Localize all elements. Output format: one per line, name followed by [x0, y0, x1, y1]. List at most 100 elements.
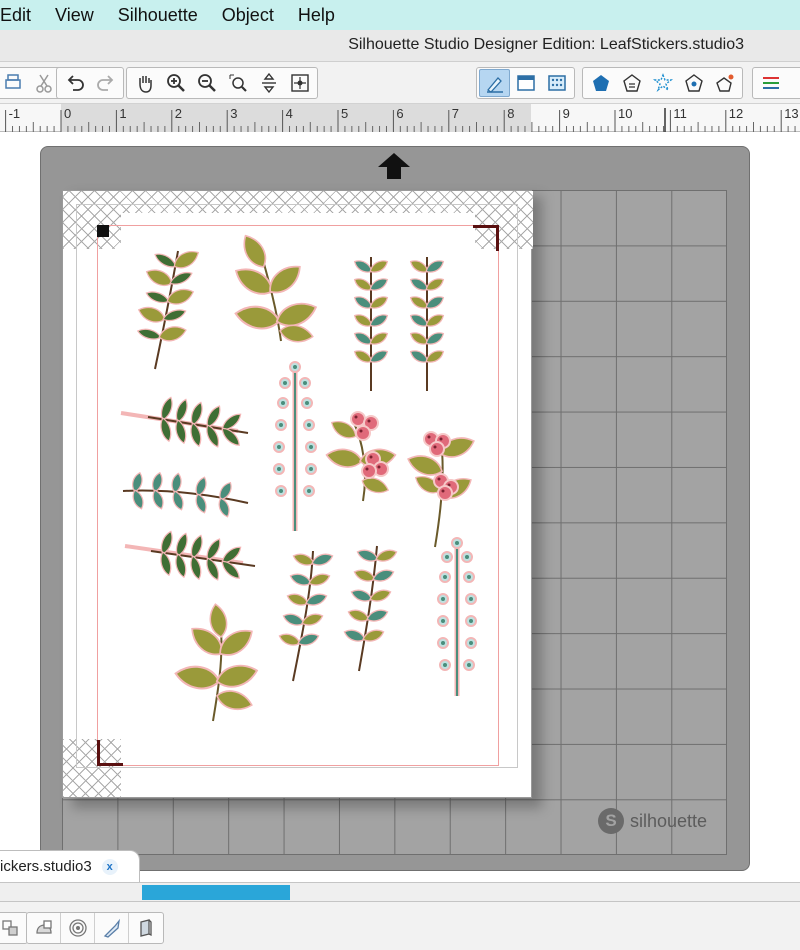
- zoom-out-icon: [197, 74, 216, 92]
- sticker-teal-twig[interactable]: [122, 471, 249, 519]
- fill-shape-icon: [35, 920, 52, 934]
- toolbar-group-zoom: [126, 67, 318, 99]
- sticker-olive-branch-2[interactable]: [175, 602, 260, 722]
- ruler-label: 3: [230, 106, 237, 121]
- zoom-out-button[interactable]: [191, 69, 222, 97]
- toolbar-group-style: [476, 67, 575, 99]
- bottom-group-arrange: [0, 912, 28, 944]
- ruler-label: 8: [507, 106, 514, 121]
- store-icon: [684, 74, 703, 92]
- offset-circles-button[interactable]: [61, 913, 95, 943]
- sticker-sprig-1[interactable]: [352, 257, 390, 391]
- zoom-in-icon: [166, 74, 185, 92]
- ruler-label: 2: [175, 106, 182, 121]
- bottom-toolbar: [0, 902, 800, 950]
- menu-silhouette[interactable]: Silhouette: [106, 0, 210, 30]
- fill-color-button[interactable]: [510, 69, 541, 97]
- zoom-drag-button[interactable]: [253, 69, 284, 97]
- ruler-label: 10: [618, 106, 632, 121]
- ruler-label: 1: [119, 106, 126, 121]
- rhinestone-button[interactable]: [647, 69, 678, 97]
- sticker-leaf-stem-3[interactable]: [277, 550, 335, 682]
- group-button[interactable]: [0, 913, 27, 943]
- fill-pattern-button[interactable]: [541, 69, 572, 97]
- fill-shape-button[interactable]: [27, 913, 61, 943]
- menu-object[interactable]: Object: [210, 0, 286, 30]
- sticker-bud-stem-1[interactable]: [273, 361, 317, 531]
- ruler-label: 13: [784, 106, 798, 121]
- store-button[interactable]: [678, 69, 709, 97]
- ruler-label: 5: [341, 106, 348, 121]
- cut-button[interactable]: [28, 69, 59, 97]
- ruler-label: 7: [452, 106, 459, 121]
- ruler-label: 11: [673, 106, 687, 121]
- ruler-label: -1: [9, 106, 21, 121]
- sticker-leaf-stem-4[interactable]: [342, 545, 399, 672]
- fill-color-icon: [516, 75, 535, 91]
- window-title: Silhouette Studio Designer Edition: Leaf…: [348, 36, 744, 53]
- ruler-scale: -1 0 1 2 3 4 5 6 7 8 9 10 11 12 13: [5, 104, 799, 132]
- pan-hand-icon: [138, 76, 152, 93]
- paper-sheet[interactable]: [62, 190, 533, 799]
- zoom-select-icon: [229, 74, 247, 92]
- zoom-select-button[interactable]: [222, 69, 253, 97]
- print-button[interactable]: [0, 69, 28, 97]
- line-style-button[interactable]: [755, 69, 786, 97]
- redo-icon: [96, 75, 113, 91]
- zoom-in-button[interactable]: [160, 69, 191, 97]
- library-icon: [622, 74, 641, 92]
- sticker-sprig-2[interactable]: [408, 257, 446, 391]
- shapes-icon: [592, 75, 609, 91]
- main-toolbar: [0, 62, 800, 104]
- menu-bar: Edit View Silhouette Object Help: [0, 0, 800, 30]
- offset-icon: [715, 74, 733, 92]
- scrollbar-thumb[interactable]: [142, 885, 290, 900]
- print-icon: [4, 74, 21, 89]
- brand-text: silhouette: [630, 810, 708, 831]
- horizontal-ruler[interactable]: -1 0 1 2 3 4 5 6 7 8 9 10 11 12 13: [0, 104, 800, 132]
- undo-button[interactable]: [59, 69, 90, 97]
- toolbar-group-file: [0, 67, 62, 99]
- toolbar-group-history: [56, 67, 124, 99]
- toolbar-group-line: [752, 67, 800, 99]
- fit-page-icon: [290, 74, 309, 92]
- horizontal-scrollbar[interactable]: [0, 882, 800, 902]
- line-style-icon: [762, 77, 779, 89]
- ruler-label: 0: [64, 106, 71, 121]
- redo-button[interactable]: [90, 69, 121, 97]
- menu-help[interactable]: Help: [286, 0, 347, 30]
- knife-icon: [103, 918, 120, 938]
- page-icon: [140, 919, 152, 937]
- fill-pattern-icon: [547, 75, 566, 91]
- document-tab[interactable]: ickers.studio3 x: [0, 850, 140, 882]
- sticker-bud-stem-2[interactable]: [437, 537, 477, 696]
- offset-circles-icon: [68, 919, 87, 937]
- feed-direction-arrow-icon: [378, 153, 410, 179]
- ruler-label: 12: [729, 106, 743, 121]
- app-window: Edit View Silhouette Object Help Silhoue…: [0, 0, 800, 950]
- pan-button[interactable]: [129, 69, 160, 97]
- sticker-fern-3[interactable]: [124, 529, 256, 582]
- menu-view[interactable]: View: [43, 0, 106, 30]
- offset-button[interactable]: [709, 69, 740, 97]
- mat-brand: S silhouette: [598, 808, 707, 834]
- library-button[interactable]: [616, 69, 647, 97]
- leaf-sticker-artwork[interactable]: [63, 191, 533, 799]
- page-button[interactable]: [129, 913, 163, 943]
- bottom-group-tools: [26, 912, 164, 944]
- ruler-label: 6: [396, 106, 403, 121]
- sticker-berry-branch-2[interactable]: [404, 431, 478, 548]
- close-tab-icon[interactable]: x: [101, 858, 118, 875]
- ruler-label: 4: [286, 106, 293, 121]
- cut-icon: [35, 74, 52, 93]
- sticker-fern-2[interactable]: [120, 395, 249, 449]
- fit-page-button[interactable]: [284, 69, 315, 97]
- undo-icon: [67, 75, 84, 91]
- menu-edit[interactable]: Edit: [0, 0, 43, 30]
- sticker-fern-1[interactable]: [136, 246, 202, 370]
- line-color-button[interactable]: [479, 69, 510, 97]
- knife-button[interactable]: [95, 913, 129, 943]
- sticker-berry-branch-1[interactable]: [324, 411, 398, 502]
- sticker-olive-branch-1[interactable]: [230, 231, 320, 346]
- shapes-button[interactable]: [585, 69, 616, 97]
